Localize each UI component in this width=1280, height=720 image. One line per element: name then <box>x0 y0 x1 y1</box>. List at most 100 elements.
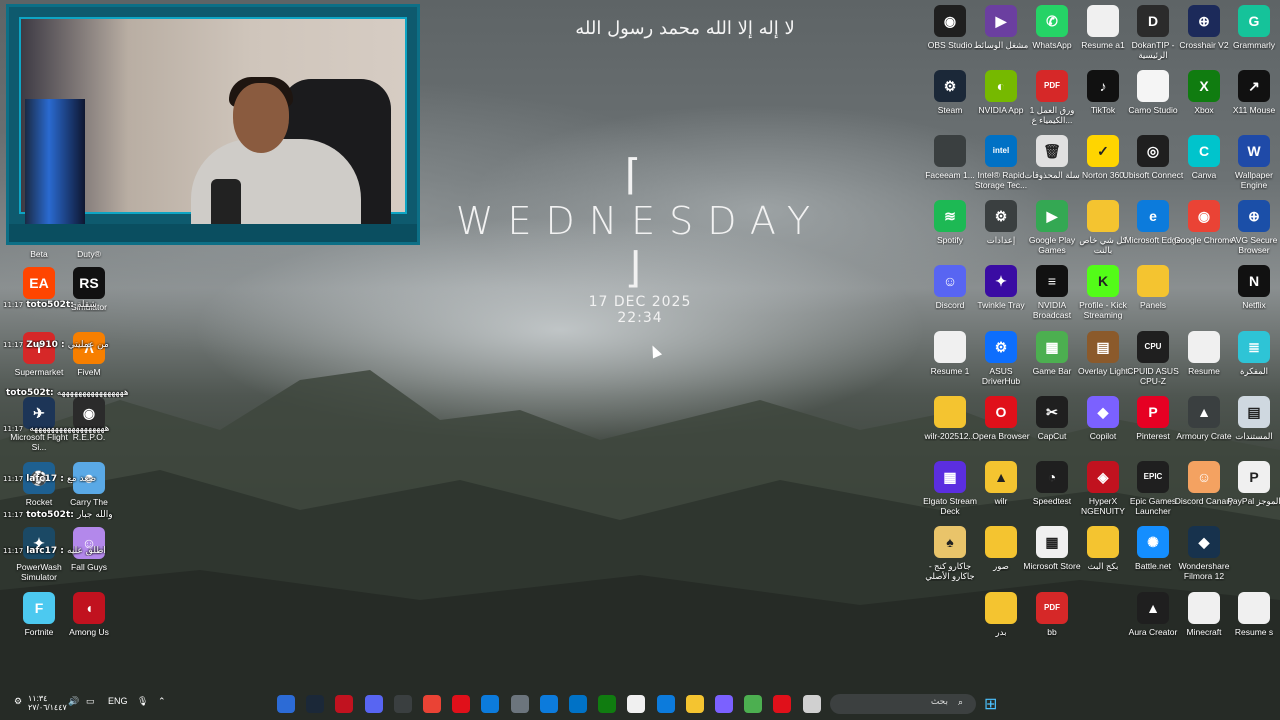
desktop-icon-fivem[interactable]: Λ FiveM <box>58 332 120 377</box>
desktop-icon-label: Duty® <box>77 249 101 259</box>
desktop-icon-label: Wondershare Filmora 12 <box>1178 561 1230 581</box>
chat-message: toto502t: ههههههههههههههههه <box>3 388 151 398</box>
desktop-icon-x11[interactable]: ↗ X11 Mouse <box>1223 70 1280 115</box>
jakaro-icon: ♠ <box>934 526 966 558</box>
x11-icon: ↗ <box>1238 70 1270 102</box>
taskbar-app-5-icon[interactable] <box>393 695 412 713</box>
taskbar-opera-icon[interactable] <box>773 695 792 713</box>
webcam-frame <box>19 17 407 239</box>
desktop-icon-label: Fall Guys <box>71 562 107 572</box>
taskbar-photos-icon[interactable] <box>481 695 500 713</box>
resume1-icon <box>934 331 966 363</box>
shahada-text: لا إله إلا الله محمد رسول الله <box>575 18 795 39</box>
taskbar-app-19-icon[interactable] <box>802 695 821 713</box>
taskbar-store-icon[interactable] <box>627 695 646 713</box>
gplay-icon: ▶ <box>1036 200 1068 232</box>
chat-text: والله جبار <box>76 510 113 520</box>
chat-time: 11:17 <box>3 301 24 309</box>
taskbar-minecraft-icon[interactable] <box>744 695 763 713</box>
taskbar-edge-icon[interactable] <box>656 695 675 713</box>
search-icon[interactable]: ⌕ <box>958 697 963 708</box>
minecraft-icon <box>1188 592 1220 624</box>
taskbar-discord-icon[interactable] <box>364 695 383 713</box>
taskbar-chrome-icon[interactable] <box>423 695 441 713</box>
taskbar-explorer-icon[interactable] <box>685 695 704 713</box>
tray-clock[interactable]: ١١:٣٤ ٢٧/٠٦/١٤٤٧ <box>28 694 67 712</box>
language-indicator[interactable]: ENG <box>108 696 128 706</box>
desktop-icon-wallpaper[interactable]: W Wallpaper Engine <box>1223 135 1280 190</box>
taskbar-opera-gx-icon[interactable] <box>452 695 471 713</box>
desktop-icon-docs[interactable]: ▤ المستندات <box>1223 396 1280 441</box>
desktop-icon-resumes[interactable]: Resume s <box>1223 592 1280 637</box>
chat-text: صعد مع <box>67 474 97 484</box>
desktop-icon-amongus[interactable]: ◖ Among Us <box>58 592 120 637</box>
resume-a1-icon <box>1087 5 1119 37</box>
chat-message: 11:17 lafc17 : صعد مع <box>3 474 151 484</box>
tray-expand-icon[interactable]: ⌃ <box>158 696 166 707</box>
battery-icon[interactable]: ▭ <box>86 696 95 707</box>
taskbar-outlook-icon[interactable] <box>569 695 587 713</box>
chat-time: 11:17 <box>3 547 24 555</box>
desktop-icon-label: Grammarly <box>1232 40 1276 50</box>
volume-icon[interactable]: 🔊 <box>68 696 79 707</box>
taskbar-steam-icon[interactable] <box>306 695 325 713</box>
wilr-folder-icon <box>934 396 966 428</box>
desktop-icon-filmora[interactable]: ◆ Wondershare Filmora 12 <box>1173 526 1235 581</box>
tray-time: ١١:٣٤ <box>28 694 48 703</box>
obs-icon: ◉ <box>934 5 966 37</box>
fortnite-icon: F <box>23 592 55 624</box>
taskbar-app-1-icon[interactable] <box>277 695 295 713</box>
chat-text: ههههههههههههههههههه <box>29 424 110 434</box>
date-label: 17 DEC 2025 <box>588 294 692 310</box>
desktop-icon-label: Netflix <box>1242 300 1266 310</box>
folder-all-icon <box>1087 200 1119 232</box>
desktop-icon-grammarly[interactable]: G Grammarly <box>1223 5 1280 50</box>
taskbar-copilot-icon[interactable] <box>715 695 733 713</box>
desktop-icon-panels[interactable]: Panels <box>1122 265 1184 310</box>
simulator-icon: RS <box>73 267 105 299</box>
edge-icon: e <box>1137 200 1169 232</box>
resumes-icon <box>1238 592 1270 624</box>
opera-icon: O <box>985 396 1017 428</box>
xbox-icon: X <box>1188 70 1220 102</box>
discord-canary-icon: ☺ <box>1188 461 1220 493</box>
taskbar-search[interactable]: بحث <box>830 694 976 714</box>
desktop-icon-label: FiveM <box>77 367 101 377</box>
pc-case <box>25 99 85 229</box>
taskbar-xbox-icon[interactable] <box>598 695 617 713</box>
chat-message: 11:17 toto502t: شقلة <box>3 300 151 310</box>
desktop-icon-avg[interactable]: ⊕ AVG Secure Browser <box>1223 200 1280 255</box>
desktop-icon-netflix[interactable]: N Netflix <box>1223 265 1280 310</box>
desktop-icon-paypal[interactable]: P PayPal الموجز <box>1223 461 1280 506</box>
ubisoft-icon: ◎ <box>1137 135 1169 167</box>
filmora-icon: ◆ <box>1188 526 1220 558</box>
asus-icon: ⚙ <box>985 331 1017 363</box>
desktop-icon-label: Among Us <box>69 627 109 637</box>
desktop-icon-label: PayPal الموجز <box>1227 496 1280 506</box>
desktop-icon-repo[interactable]: ◉ R.E.P.O. <box>58 397 120 442</box>
bakk-icon <box>1087 526 1119 558</box>
camo-icon <box>1137 70 1169 102</box>
desktop-icon-notebook[interactable]: ≣ المفكرة <box>1223 331 1280 376</box>
weekday-label: WEDNESDAY <box>455 199 825 243</box>
settings-icon: ⚙ <box>985 200 1017 232</box>
desktop-icon-bb[interactable]: PDF bb <box>1021 592 1083 637</box>
wallpaper-icon: W <box>1238 135 1270 167</box>
chat-user: toto502t: <box>26 300 77 310</box>
right-bracket: ⌋ <box>624 243 656 292</box>
docs-icon: ▤ <box>1238 396 1270 428</box>
weekday-display: ⌈ WEDNESDAY ⌋ <box>430 150 850 292</box>
network-icon[interactable]: ⚙ <box>14 696 22 707</box>
ea-icon: EA <box>23 267 55 299</box>
media-icon: ▶ <box>985 5 1017 37</box>
start-button[interactable]: ⊞ <box>984 694 997 714</box>
taskbar-mail-icon[interactable] <box>539 695 558 713</box>
mic-icon[interactable]: 🎙 <box>137 696 148 707</box>
chat-user: lafc17 : <box>26 546 67 556</box>
desktop-icon-carry[interactable]: ☻ Carry The <box>58 462 120 507</box>
taskbar-obs-icon[interactable] <box>335 695 354 713</box>
taskbar-settings-icon[interactable] <box>510 695 529 713</box>
desktop-icon-label: Resume s <box>1234 627 1274 637</box>
desktop-icon-label: bb <box>1047 627 1057 637</box>
desktop-icon-duty[interactable]: Duty® <box>58 214 120 259</box>
